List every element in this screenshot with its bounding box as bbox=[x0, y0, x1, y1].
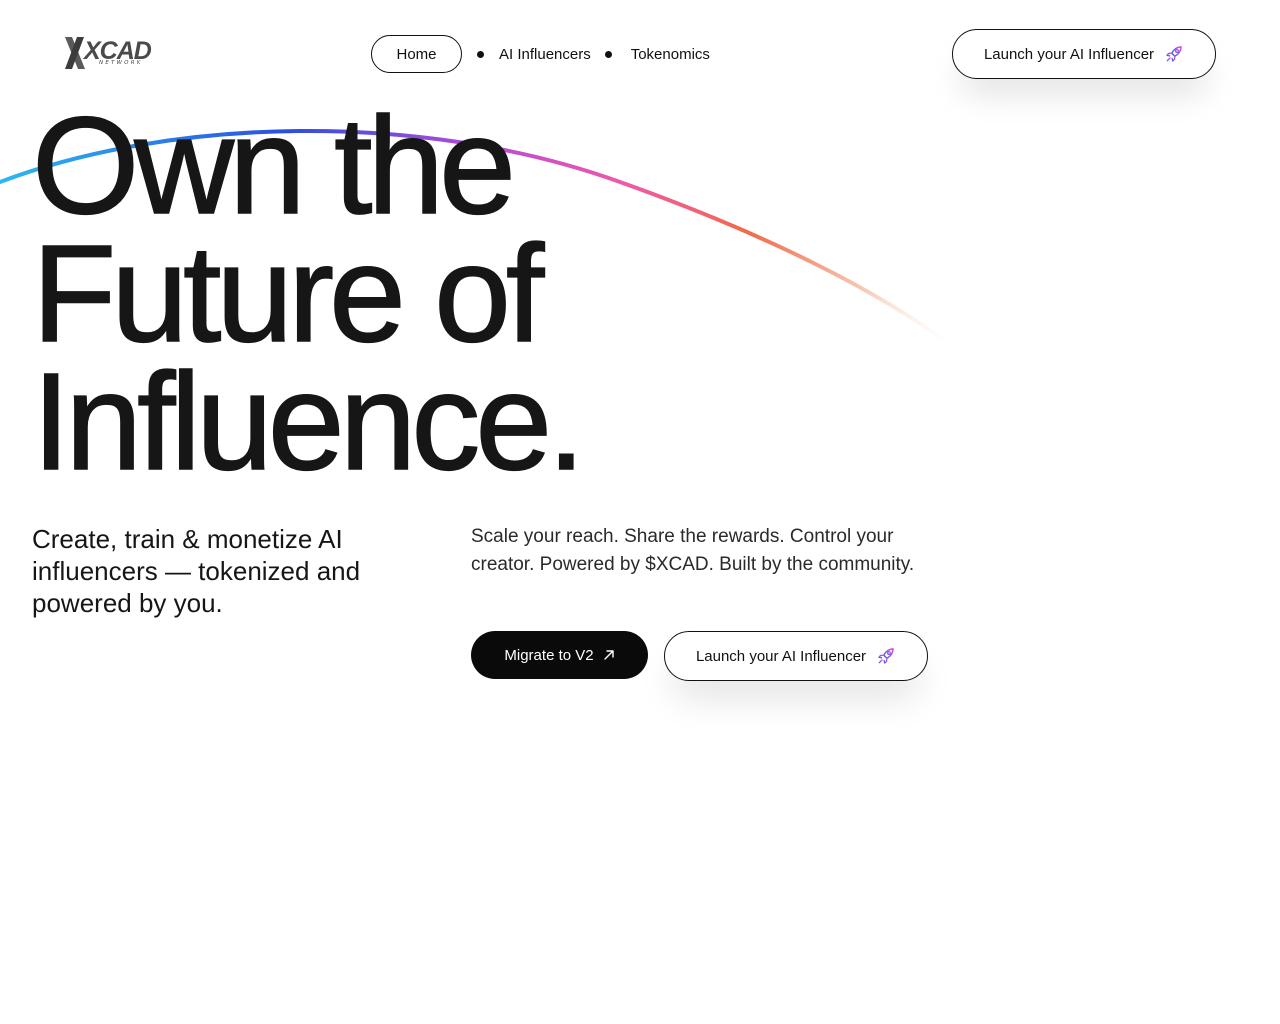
hero-description: Scale your reach. Share the rewards. Con… bbox=[471, 526, 915, 575]
x-mark-icon bbox=[65, 37, 85, 69]
page: XCAD NETWORK Home AI Influencers Tokenom… bbox=[0, 0, 1280, 1024]
nav-item-ai-influencers[interactable]: AI Influencers bbox=[499, 46, 591, 63]
hero-lead: Create, train & monetize AI influencers … bbox=[32, 524, 361, 618]
launch-influencer-button[interactable]: Launch your AI Influencer bbox=[664, 631, 928, 681]
hero-title-line-3: Influence. bbox=[31, 345, 586, 499]
launch-influencer-label: Launch your AI Influencer bbox=[695, 647, 867, 665]
rocket-icon bbox=[878, 648, 894, 664]
hero-title-line-1: Own the bbox=[31, 89, 516, 243]
nav-separator-dot bbox=[604, 50, 612, 58]
main-nav: Home AI Influencers Tokenomics bbox=[371, 35, 710, 73]
xcad-logo[interactable]: XCAD NETWORK bbox=[64, 36, 152, 72]
rocket-icon bbox=[1166, 46, 1182, 62]
launch-influencer-header-button[interactable]: Launch your AI Influencer bbox=[952, 29, 1216, 79]
hero-title-line-2: Future of bbox=[31, 217, 545, 371]
nav-item-home[interactable]: Home bbox=[371, 35, 462, 73]
migrate-to-v2-button[interactable]: Migrate to V2 bbox=[471, 631, 648, 679]
nav-separator-dot bbox=[477, 50, 484, 58]
hero-title: Own the Future of Influence. bbox=[31, 89, 586, 499]
arrow-up-right-icon bbox=[603, 650, 614, 660]
launch-influencer-label: Launch your AI Influencer bbox=[983, 45, 1155, 63]
logo-subtext: NETWORK bbox=[99, 60, 143, 66]
nav-item-tokenomics[interactable]: Tokenomics bbox=[631, 46, 710, 63]
migrate-label: Migrate to V2 bbox=[504, 646, 594, 664]
